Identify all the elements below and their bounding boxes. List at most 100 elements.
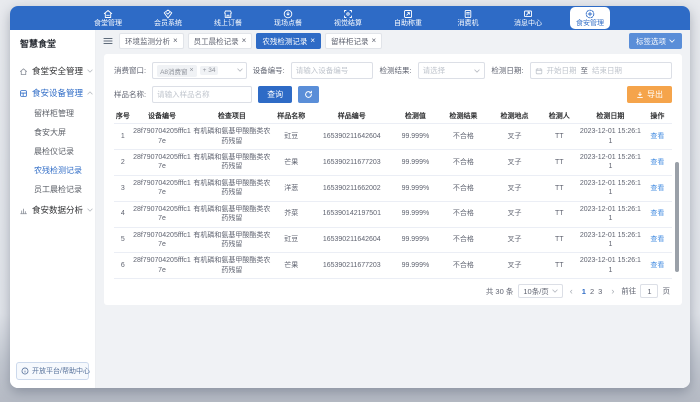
table-body: 128f790704205fffc17e有机磷和氨基甲酸酯类农药残留豇豆1653…	[114, 124, 672, 279]
tab-label: 员工晨检记录	[194, 36, 239, 47]
sidebar-item-0[interactable]: 留样柜管理	[10, 104, 95, 123]
calendar-icon	[535, 67, 543, 75]
cell-sample_no: 165390211677203	[311, 149, 392, 175]
sidebar-item-2[interactable]: 晨检仪记录	[10, 142, 95, 161]
table-row: 128f790704205fffc17e有机磷和氨基甲酸酯类农药残留豇豆1653…	[114, 124, 672, 150]
cell-sample_no: 165390211662002	[311, 175, 392, 201]
device-input[interactable]	[296, 66, 369, 75]
view-link[interactable]: 查看	[650, 262, 664, 269]
page-size-select[interactable]: 10条/页	[518, 284, 562, 298]
remove-tag-icon[interactable]: ×	[190, 67, 194, 74]
sidebar-item-3[interactable]: 农残检测记录	[10, 161, 95, 180]
view-link[interactable]: 查看	[650, 236, 664, 243]
nav-item-1[interactable]: 会员系统	[150, 6, 186, 30]
search-button[interactable]: 查询	[258, 86, 292, 103]
food-safety-icon	[585, 9, 595, 19]
window-multiselect[interactable]: A8消费窗 × + 34	[152, 62, 247, 79]
cell-location: 叉子	[488, 149, 540, 175]
nav-item-7[interactable]: 消息中心	[510, 6, 546, 30]
collapse-menu-icon[interactable]	[103, 36, 113, 46]
export-button[interactable]: 导出	[627, 86, 672, 103]
nav-item-8[interactable]: 食安管理	[570, 7, 610, 29]
view-link[interactable]: 查看	[650, 133, 664, 140]
app-window: 食堂管理会员系统线上订餐现场点餐视觉结算自助称重消费机消息中心食安管理 智慧食堂…	[10, 6, 690, 388]
table-scrollbar[interactable]	[675, 162, 679, 300]
open-platform-label: 开放平台/帮助中心	[32, 366, 90, 376]
tab-close-icon[interactable]: ×	[310, 37, 315, 45]
cell-project: 有机磷和氨基甲酸酯类农药残留	[192, 175, 271, 201]
cell-sample_no: 165390211642604	[311, 124, 392, 150]
nav-item-label: 食堂管理	[94, 20, 122, 27]
cell-person: TT	[541, 124, 579, 150]
nav-item-3[interactable]: 现场点餐	[270, 6, 306, 30]
selected-window-tag: A8消费窗 ×	[157, 65, 197, 77]
date-separator: 至	[581, 65, 589, 76]
result-select-placeholder: 请选择	[423, 65, 446, 76]
sidebar-item-4[interactable]: 员工晨检记录	[10, 180, 95, 199]
sidebar-group-1[interactable]: 食安设备管理	[10, 82, 95, 104]
cell-date: 2023-12-01 15:26:11	[578, 227, 643, 253]
tab-bar: 环境监测分析×员工晨检记录×农残检测记录×留样柜记录× 标签选项	[96, 30, 690, 52]
table-row: 228f790704205fffc17e有机磷和氨基甲酸酯类农药残留芒果1653…	[114, 149, 672, 175]
jump-input[interactable]	[640, 284, 658, 298]
column-header: 样品名称	[271, 110, 311, 124]
nav-item-4[interactable]: 视觉结算	[330, 6, 366, 30]
nav-item-0[interactable]: 食堂管理	[90, 6, 126, 30]
online-order-icon	[223, 9, 233, 19]
prev-page-icon[interactable]: ‹	[568, 286, 575, 296]
view-link[interactable]: 查看	[650, 210, 664, 217]
tab-close-icon[interactable]: ×	[242, 37, 247, 45]
cell-location: 叉子	[488, 175, 540, 201]
sample-filter-label: 样品名称:	[114, 89, 146, 100]
reset-button[interactable]	[298, 86, 319, 103]
sidebar-group-0[interactable]: 食堂安全管理	[10, 60, 95, 82]
cell-person: TT	[541, 149, 579, 175]
chevron-down-icon	[669, 39, 675, 43]
cell-project: 有机磷和氨基甲酸酯类农药残留	[192, 253, 271, 279]
home-icon	[19, 67, 28, 76]
view-link[interactable]: 查看	[650, 185, 664, 192]
sidebar-item-1[interactable]: 食安大屏	[10, 123, 95, 142]
tab-3[interactable]: 留样柜记录×	[325, 33, 382, 49]
next-page-icon[interactable]: ›	[609, 286, 616, 296]
page-number-2[interactable]: 2	[588, 287, 596, 296]
page-numbers: 123	[580, 287, 605, 296]
tab-1[interactable]: 员工晨检记录×	[188, 33, 253, 49]
cell-result: 不合格	[438, 175, 488, 201]
page-jump: 前往 页	[621, 284, 670, 298]
tab-close-icon[interactable]: ×	[173, 37, 178, 45]
cell-device: 28f790704205fffc17e	[132, 149, 192, 175]
tab-options-button[interactable]: 标签选项	[629, 33, 682, 49]
info-icon	[21, 367, 29, 375]
cell-person: TT	[541, 175, 579, 201]
cell-value: 99.999%	[392, 227, 438, 253]
tab-2[interactable]: 农残检测记录×	[256, 33, 321, 49]
result-select[interactable]: 请选择	[418, 62, 486, 79]
nav-item-2[interactable]: 线上订餐	[210, 6, 246, 30]
tab-list: 环境监测分析×员工晨检记录×农残检测记录×留样柜记录×	[119, 33, 623, 49]
page-number-3[interactable]: 3	[596, 287, 604, 296]
table-row: 528f790704205fffc17e有机磷和氨基甲酸酯类农药残留豇豆1653…	[114, 227, 672, 253]
date-end-placeholder: 结束日期	[592, 65, 622, 76]
scrollbar-thumb[interactable]	[675, 162, 679, 272]
open-platform-button[interactable]: 开放平台/帮助中心	[16, 362, 89, 380]
view-link[interactable]: 查看	[650, 159, 664, 166]
nav-item-5[interactable]: 自助称重	[390, 6, 426, 30]
tab-0[interactable]: 环境监测分析×	[119, 33, 184, 49]
cell-result: 不合格	[438, 149, 488, 175]
sample-input[interactable]	[157, 90, 247, 99]
page-number-1[interactable]: 1	[580, 287, 588, 296]
nav-item-6[interactable]: 消费机	[450, 6, 486, 30]
tab-label: 留样柜记录	[331, 36, 369, 47]
sidebar-menu: 食堂安全管理食安设备管理留样柜管理食安大屏晨检仪记录农残检测记录员工晨检记录食安…	[10, 60, 95, 221]
nav-item-label: 消息中心	[514, 20, 542, 27]
date-range-picker[interactable]: 开始日期 至 结束日期	[530, 62, 672, 79]
table-row: 328f790704205fffc17e有机磷和氨基甲酸酯类农药残留洋葱1653…	[114, 175, 672, 201]
device-filter-label: 设备编号:	[253, 65, 285, 76]
column-header: 样品编号	[311, 110, 392, 124]
cell-action: 查看	[643, 227, 672, 253]
cell-value: 99.999%	[392, 149, 438, 175]
cell-project: 有机磷和氨基甲酸酯类农药残留	[192, 149, 271, 175]
tab-close-icon[interactable]: ×	[372, 37, 377, 45]
sidebar-group-2[interactable]: 食安数据分析	[10, 199, 95, 221]
